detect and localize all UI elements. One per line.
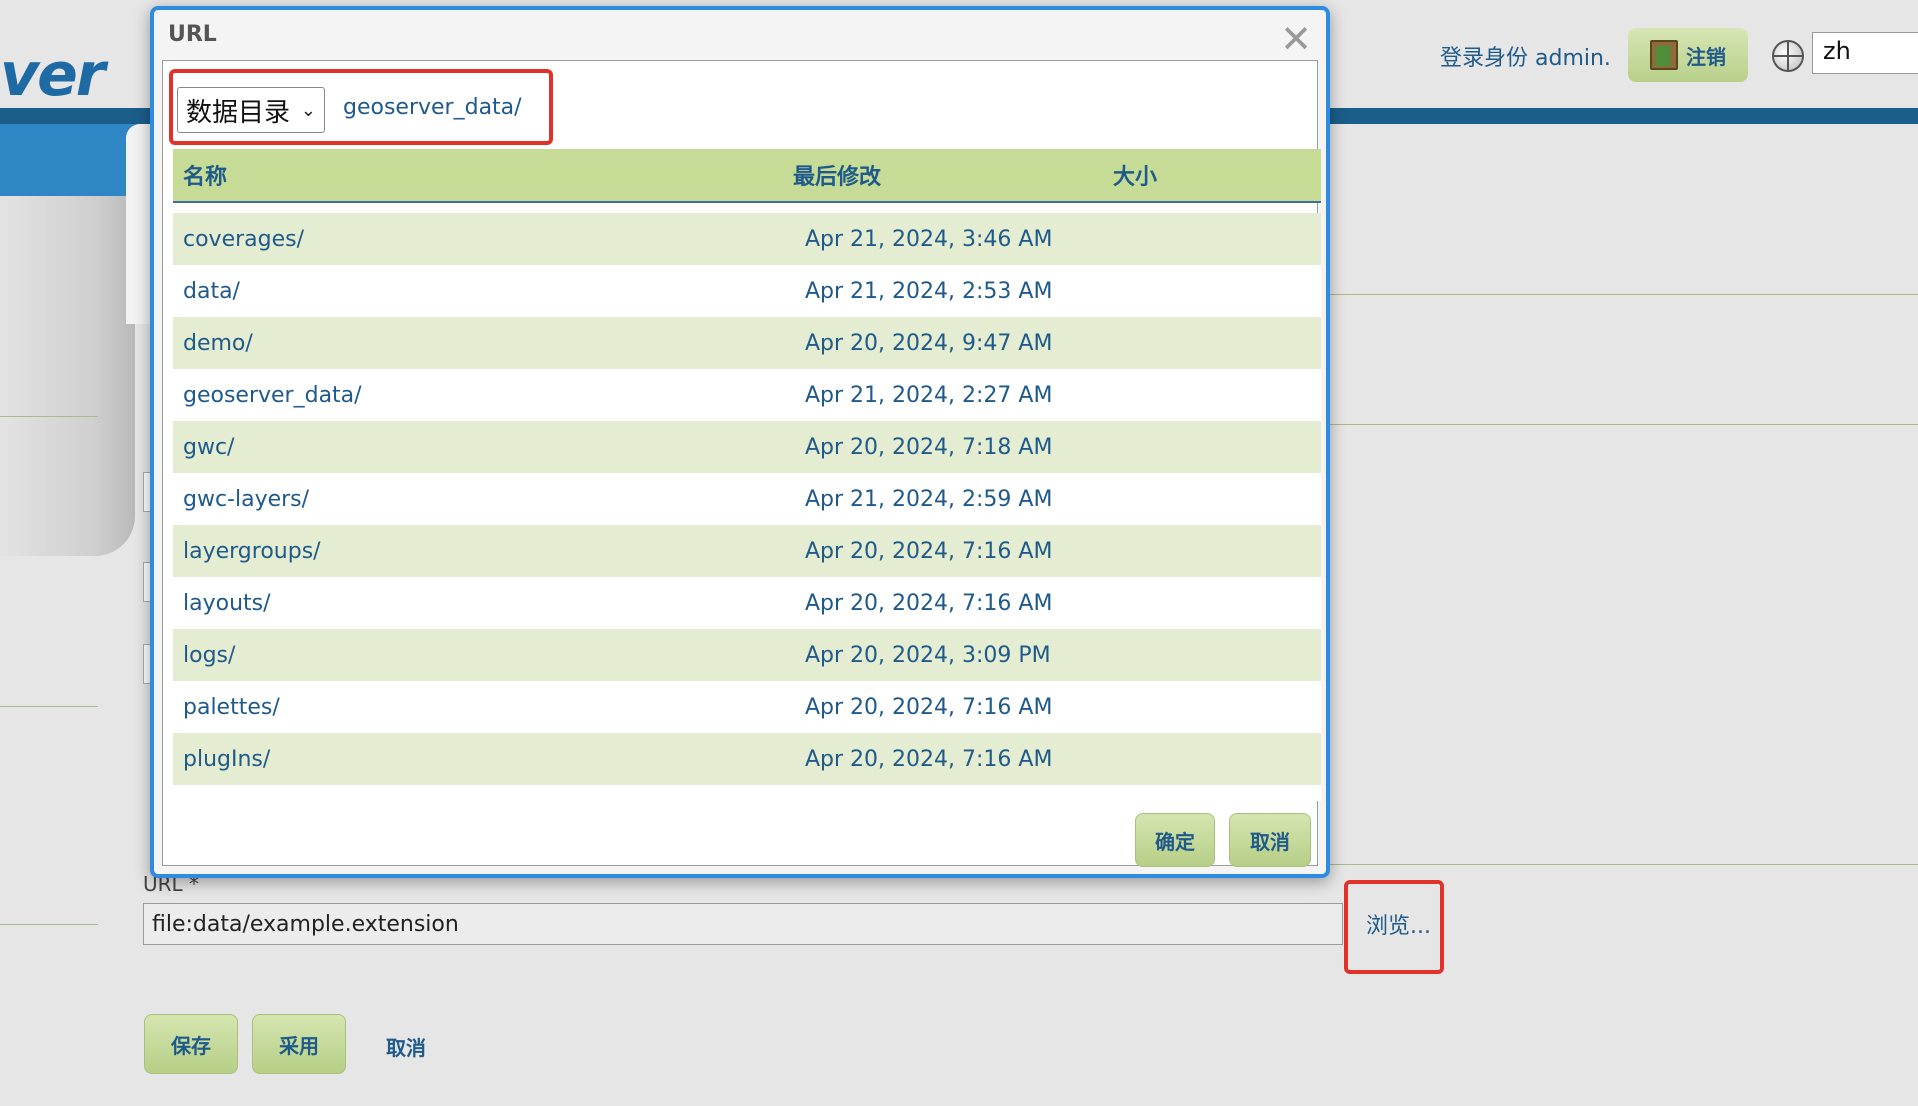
close-icon[interactable]: ✕ bbox=[1280, 20, 1312, 58]
file-modified: Apr 21, 2024, 3:46 AM bbox=[805, 226, 1053, 252]
table-row[interactable]: layouts/Apr 20, 2024, 7:16 AM bbox=[173, 577, 1321, 629]
divider bbox=[1330, 424, 1918, 425]
geoserver-logo[interactable]: ver bbox=[0, 40, 105, 110]
file-modified: Apr 20, 2024, 7:16 AM bbox=[805, 538, 1053, 564]
file-name[interactable]: coverages/ bbox=[173, 227, 793, 252]
logout-label: 注销 bbox=[1686, 44, 1726, 69]
file-modified: Apr 21, 2024, 2:59 AM bbox=[805, 486, 1053, 512]
file-modified: Apr 20, 2024, 7:18 AM bbox=[805, 434, 1053, 460]
file-name[interactable]: security/ bbox=[173, 799, 793, 802]
url-input[interactable]: file:data/example.extension bbox=[143, 903, 1343, 945]
dialog-cancel-button[interactable]: 取消 bbox=[1229, 813, 1311, 867]
table-row[interactable]: plugIns/Apr 20, 2024, 7:16 AM bbox=[173, 733, 1321, 785]
file-name[interactable]: logs/ bbox=[173, 643, 793, 668]
table-row[interactable]: geoserver_data/Apr 21, 2024, 2:27 AM bbox=[173, 369, 1321, 421]
globe-icon bbox=[1772, 40, 1804, 72]
column-header-name[interactable]: 名称 bbox=[173, 159, 793, 191]
file-modified: Apr 20, 2024, 7:16 AM bbox=[805, 590, 1053, 616]
file-name[interactable]: demo/ bbox=[173, 331, 793, 356]
file-modified: Apr 20, 2024, 7:16 AM bbox=[805, 694, 1053, 720]
dialog-title: URL bbox=[168, 22, 217, 47]
highlight-box-browse bbox=[1344, 880, 1444, 974]
file-name[interactable]: geoserver_data/ bbox=[173, 383, 793, 408]
file-modified: Apr 20, 2024, 7:16 AM bbox=[805, 746, 1053, 772]
logout-button[interactable]: 注销 bbox=[1628, 28, 1748, 82]
table-row[interactable]: security/Apr 20, 2024, 3:39 PM bbox=[173, 785, 1321, 801]
column-header-modified[interactable]: 最后修改 bbox=[793, 159, 1113, 191]
file-name[interactable]: plugIns/ bbox=[173, 747, 793, 772]
divider bbox=[0, 924, 98, 925]
url-browser-dialog: URL ✕ 数据目录 ⌄ geoserver_data/ 名称 最后修改 大小 … bbox=[150, 6, 1330, 878]
save-button[interactable]: 保存 bbox=[144, 1014, 238, 1074]
divider bbox=[0, 416, 98, 417]
file-table: 名称 最后修改 大小 coverages/Apr 21, 2024, 3:46 … bbox=[173, 149, 1321, 801]
ok-button[interactable]: 确定 bbox=[1135, 813, 1215, 867]
column-header-size[interactable]: 大小 bbox=[1113, 159, 1313, 191]
divider bbox=[1330, 864, 1918, 865]
file-modified: Apr 20, 2024, 3:09 PM bbox=[805, 642, 1051, 668]
logged-in-user: 登录身份 admin. bbox=[1440, 46, 1611, 71]
table-row[interactable]: logs/Apr 20, 2024, 3:09 PM bbox=[173, 629, 1321, 681]
language-select[interactable]: zh bbox=[1812, 32, 1918, 74]
table-row[interactable]: coverages/Apr 21, 2024, 3:46 AM bbox=[173, 213, 1321, 265]
table-row[interactable]: palettes/Apr 20, 2024, 7:16 AM bbox=[173, 681, 1321, 733]
logout-door-icon bbox=[1650, 40, 1678, 70]
table-header: 名称 最后修改 大小 bbox=[173, 149, 1321, 203]
file-modified: Apr 21, 2024, 2:27 AM bbox=[805, 382, 1053, 408]
table-row[interactable]: data/Apr 21, 2024, 2:53 AM bbox=[173, 265, 1321, 317]
apply-button[interactable]: 采用 bbox=[252, 1014, 346, 1074]
cancel-link[interactable]: 取消 bbox=[386, 1032, 426, 1061]
file-name[interactable]: gwc/ bbox=[173, 435, 793, 460]
dialog-body: 数据目录 ⌄ geoserver_data/ 名称 最后修改 大小 covera… bbox=[162, 60, 1321, 867]
file-modified: Apr 20, 2024, 9:47 AM bbox=[805, 330, 1053, 356]
file-name[interactable]: layouts/ bbox=[173, 591, 793, 616]
file-name[interactable]: data/ bbox=[173, 279, 793, 304]
table-body: coverages/Apr 21, 2024, 3:46 AM data/Apr … bbox=[173, 203, 1321, 801]
sidebar-panel bbox=[0, 196, 135, 556]
file-modified: Apr 20, 2024, 3:39 PM bbox=[793, 799, 1113, 802]
file-name[interactable]: layergroups/ bbox=[173, 539, 793, 564]
divider bbox=[1330, 294, 1918, 295]
table-row[interactable]: layergroups/Apr 20, 2024, 7:16 AM bbox=[173, 525, 1321, 577]
file-name[interactable]: gwc-layers/ bbox=[173, 487, 793, 512]
highlight-box-path bbox=[169, 69, 553, 145]
divider bbox=[0, 706, 98, 707]
table-row[interactable]: demo/Apr 20, 2024, 9:47 AM bbox=[173, 317, 1321, 369]
file-name[interactable]: palettes/ bbox=[173, 695, 793, 720]
table-row[interactable]: gwc/Apr 20, 2024, 7:18 AM bbox=[173, 421, 1321, 473]
file-modified: Apr 21, 2024, 2:53 AM bbox=[805, 278, 1053, 304]
table-row[interactable]: gwc-layers/Apr 21, 2024, 2:59 AM bbox=[173, 473, 1321, 525]
